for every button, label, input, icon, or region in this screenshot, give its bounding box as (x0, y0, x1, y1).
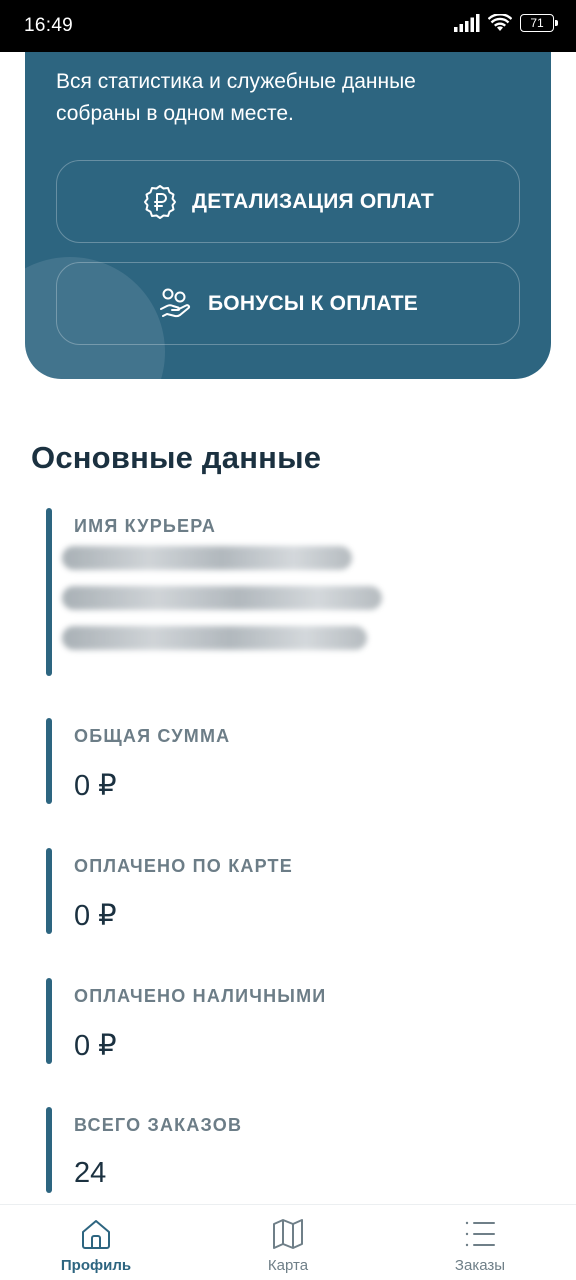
signal-icon (454, 14, 480, 32)
nav-item-orders[interactable]: Заказы (384, 1205, 576, 1280)
field-label: ОПЛАЧЕНО ПО КАРТЕ (74, 856, 293, 876)
field-label: ИМЯ КУРЬЕРА (74, 516, 217, 536)
home-icon (82, 1220, 110, 1249)
nav-label-map: Карта (267, 1257, 309, 1274)
hero-description: Вся статистика и служебные данные собран… (56, 70, 416, 125)
field-accent-bar (46, 508, 52, 676)
wifi-icon (488, 14, 512, 31)
field-value: 0 ₽ (74, 1030, 117, 1062)
total-orders-field: ВСЕГО ЗАКАЗОВ 24 (46, 1107, 526, 1193)
battery-icon: 71 (520, 14, 558, 32)
total-amount-field: ОБЩАЯ СУММА 0 ₽ (46, 718, 526, 804)
status-time: 16:49 (24, 15, 74, 36)
paid-in-cash-field: ОПЛАЧЕНО НАЛИЧНЫМИ 0 ₽ (46, 978, 526, 1064)
battery-level: 71 (530, 16, 544, 30)
nav-label-orders: Заказы (454, 1257, 506, 1274)
hand-coins-icon (160, 288, 191, 317)
courier-name-field: ИМЯ КУРЬЕРА (46, 508, 526, 676)
nav-item-profile[interactable]: Профиль (0, 1205, 192, 1280)
field-value: 0 ₽ (74, 900, 117, 932)
field-value: 0 ₽ (74, 770, 117, 802)
payment-details-label: ДЕТАЛИЗАЦИЯ ОПЛАТ (192, 189, 434, 213)
stats-header-card: Вся статистика и служебные данные собран… (25, 52, 551, 379)
status-bar: 16:49 71 (0, 0, 576, 52)
field-label: ОПЛАЧЕНО НАЛИЧНЫМИ (74, 986, 327, 1006)
field-accent-bar (46, 978, 52, 1064)
status-icons: 71 (454, 14, 558, 32)
ruble-badge-icon (144, 184, 177, 219)
field-accent-bar (46, 848, 52, 934)
map-icon (273, 1219, 303, 1249)
bonuses-label: БОНУСЫ К ОПЛАТЕ (208, 291, 418, 315)
paid-by-card-field: ОПЛАЧЕНО ПО КАРТЕ 0 ₽ (46, 848, 526, 934)
bottom-navigation: Профиль Карта Заказы (0, 1204, 576, 1280)
bonuses-button[interactable]: БОНУСЫ К ОПЛАТЕ (56, 262, 520, 345)
payment-details-button[interactable]: ДЕТАЛИЗАЦИЯ ОПЛАТ (56, 160, 520, 243)
field-value: 24 (74, 1157, 107, 1189)
list-icon (465, 1221, 495, 1247)
section-title: Основные данные (31, 440, 322, 475)
field-accent-bar (46, 718, 52, 804)
field-label: ВСЕГО ЗАКАЗОВ (74, 1115, 243, 1135)
field-label: ОБЩАЯ СУММА (74, 726, 231, 746)
field-accent-bar (46, 1107, 52, 1193)
nav-label-profile: Профиль (60, 1257, 132, 1274)
redacted-courier-name (62, 546, 392, 666)
nav-item-map[interactable]: Карта (192, 1205, 384, 1280)
